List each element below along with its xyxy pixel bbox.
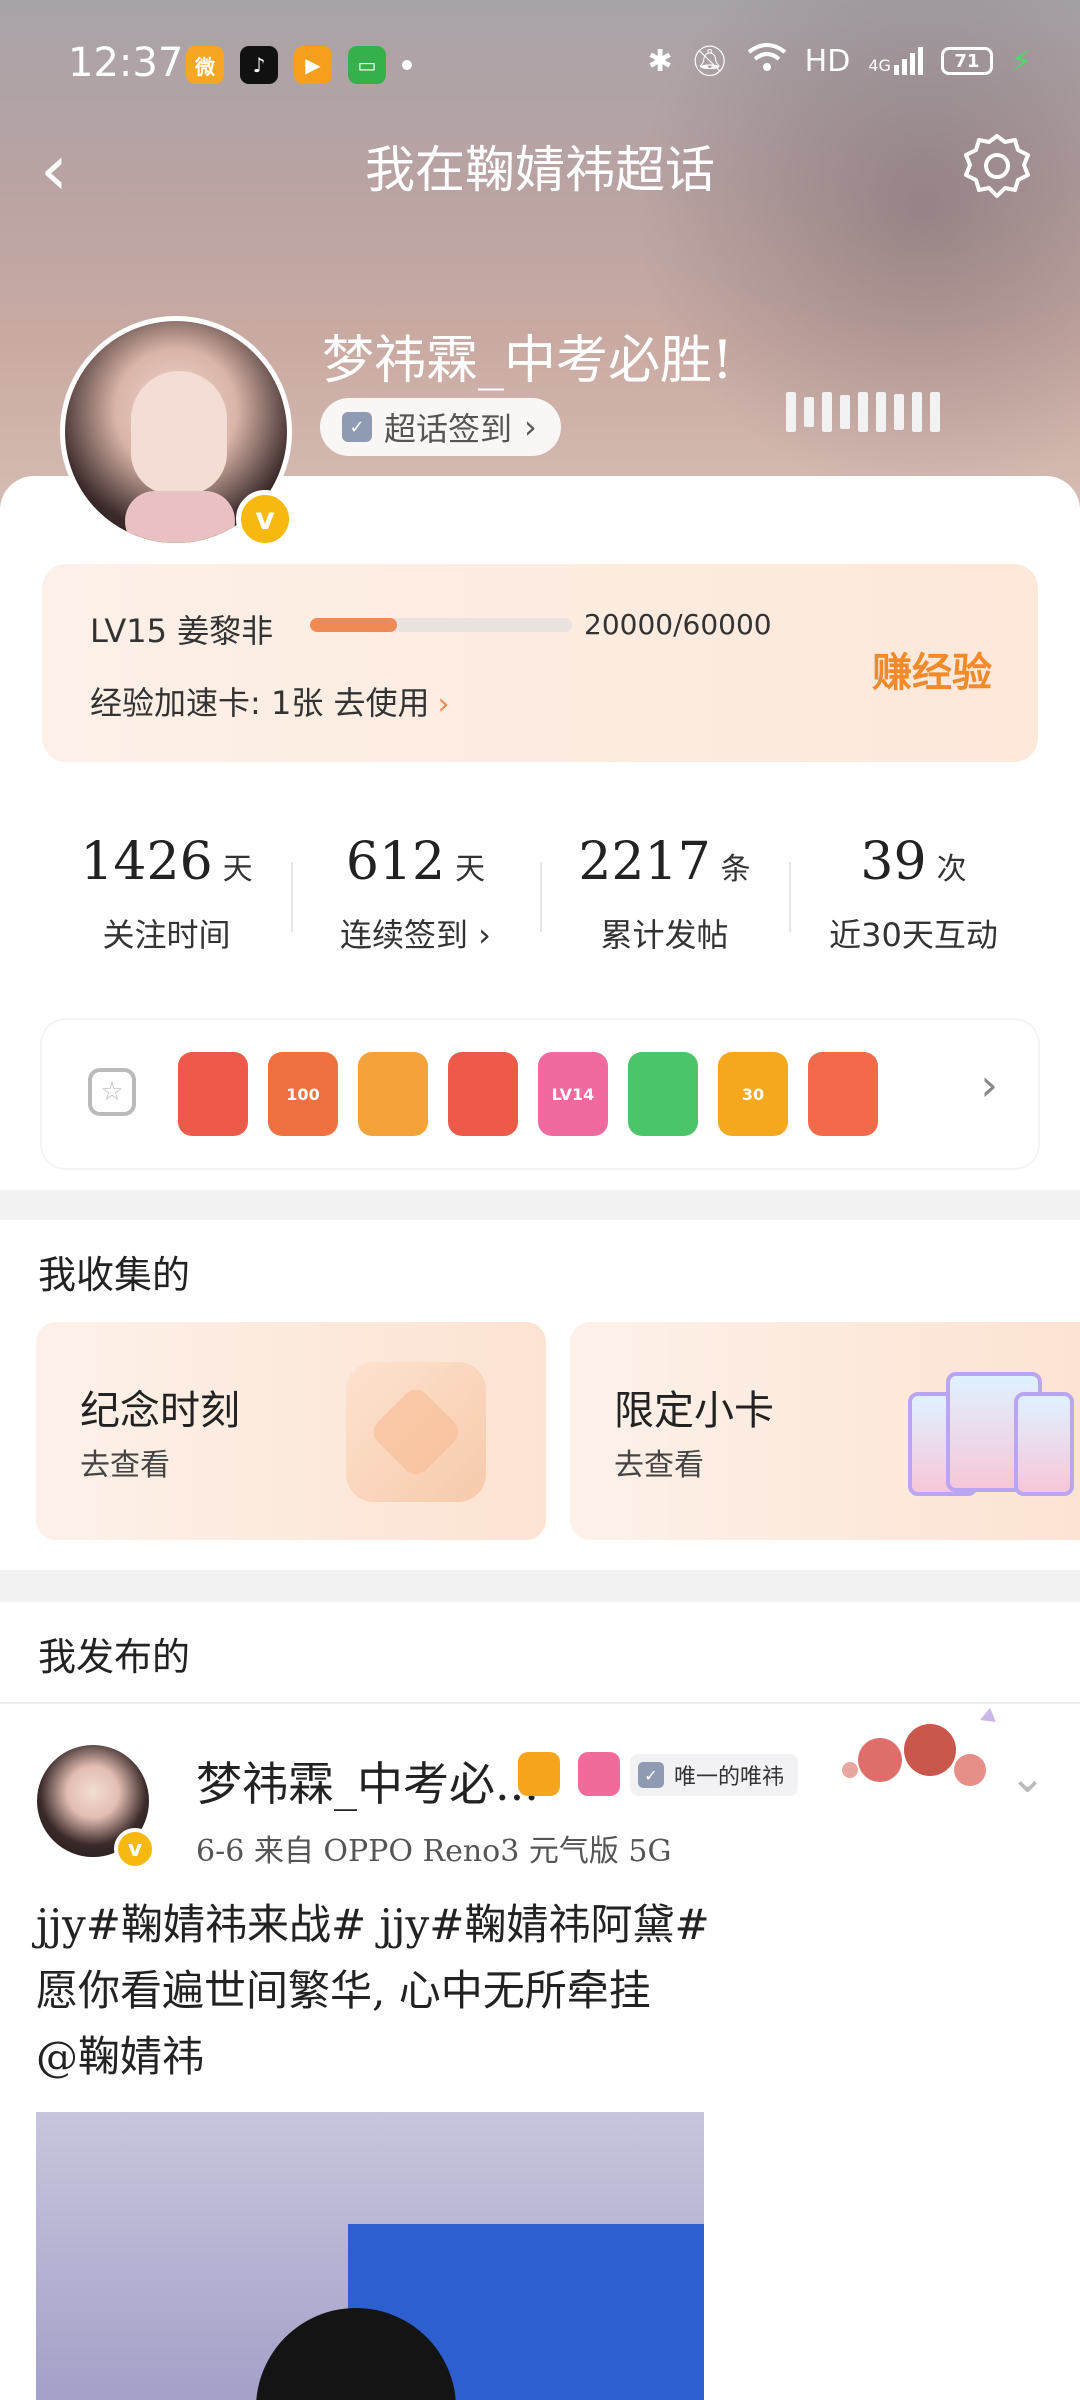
stats-row: 1426 天 关注时间 612 天 连续签到 › 2217 条 累计发帖 39 次 近3…: [42, 792, 1038, 992]
battery-level: 71: [954, 50, 980, 72]
stat-label: 连续签到 ›: [340, 916, 491, 954]
more-notifications-icon: [402, 60, 412, 70]
stat-follow-time: 1426 天 关注时间: [42, 792, 291, 992]
photo-card-icon: [1014, 1392, 1074, 1496]
signal-icon: 4G: [868, 47, 923, 75]
level-progress-fill: [310, 618, 398, 632]
calendar-check-icon: ✓: [638, 1762, 664, 1788]
calendar-gem-icon: [346, 1362, 486, 1502]
status-time: 12:37: [68, 40, 184, 86]
collected-title: 我收集的: [38, 1253, 191, 1297]
flower-decoration-icon: [842, 1708, 996, 1786]
checkin-button[interactable]: ✓ 超话签到 ›: [320, 398, 561, 456]
post-mention[interactable]: @鞠婧祎: [36, 2024, 1036, 2090]
page-title: 我在鞠婧祎超话: [365, 141, 715, 199]
stat-value: 39: [860, 832, 927, 892]
stat-unit: 条: [720, 852, 751, 887]
crown-badge-icon: [358, 1052, 428, 1136]
checkin-label: 超话签到: [384, 410, 513, 448]
speed-card-link[interactable]: 经验加速卡: 1张 去使用 ›: [90, 678, 450, 724]
avatar-flowers: [125, 491, 235, 543]
collected-card-cards[interactable]: 限定小卡 去查看: [570, 1322, 1080, 1540]
stat-unit: 天: [222, 852, 253, 887]
level-progress-text: 20000/60000: [584, 608, 772, 641]
top-nav: ‹ 我在鞠婧祎超话: [0, 120, 1080, 220]
stat-label: 累计发帖: [600, 916, 729, 954]
stat-interactions: 39 次 近30天互动: [789, 792, 1038, 992]
mute-icon: 🔕︎: [690, 43, 729, 79]
collected-action: 去查看: [80, 1448, 170, 1483]
stat-value: 2217: [578, 832, 711, 892]
stat-total-posts: 2217 条 累计发帖: [540, 792, 789, 992]
avatar-face: [131, 371, 227, 495]
verified-badge-icon: v: [236, 490, 294, 548]
30-days-badge-icon: 30: [718, 1052, 788, 1136]
hand-badge-icon: [628, 1052, 698, 1136]
verified-badge-icon: v: [114, 1828, 156, 1870]
chevron-down-icon[interactable]: ⌄: [1009, 1752, 1046, 1803]
battery-icon: 71: [940, 47, 993, 75]
status-right: ✱ 🔕︎ HD 4G 71 ⚡︎: [647, 42, 1032, 80]
100-days-badge-icon: 100: [268, 1052, 338, 1136]
badges-row[interactable]: ☆ 100 LV14 30 ›: [42, 1020, 1038, 1168]
collected-action: 去查看: [614, 1448, 704, 1483]
stat-unit: 次: [936, 852, 967, 887]
stat-label: 近30天互动: [829, 916, 998, 954]
post-line: jjy#鞠婧祎来战# jjy#鞠婧祎阿黛#: [36, 1900, 710, 1949]
messages-icon: ▭: [348, 46, 386, 84]
fan-tag-label: 唯一的唯祎: [674, 1765, 785, 1790]
chevron-right-icon: ›: [437, 687, 450, 722]
cat-face-badge-icon: [448, 1052, 518, 1136]
level-panel: LV15 姜黎非 20000/60000 经验加速卡: 1张 去使用 › 赚经验: [42, 564, 1038, 762]
post-meta: 6-6 来自 OPPO Reno3 元气版 5G: [196, 1834, 672, 1869]
cat-badge-icon: [178, 1052, 248, 1136]
chevron-right-icon: ›: [524, 408, 537, 446]
post-image[interactable]: [36, 2112, 704, 2400]
collected-name: 纪念时刻: [80, 1388, 240, 1434]
fan-tag: ✓ 唯一的唯祎: [630, 1754, 799, 1796]
network-label: HD: [804, 43, 851, 79]
post-author-name[interactable]: 梦祎霖_中考必...: [196, 1748, 539, 1814]
post-line: 愿你看遍世间繁华, 心中无所牵挂: [36, 1966, 651, 2015]
status-bar: 12:37 微 ♪ ▶ ▭ ✱ 🔕︎ HD 4G 71 ⚡︎: [0, 0, 1080, 130]
calendar-check-icon: ✓: [342, 412, 372, 442]
posted-title: 我发布的: [38, 1635, 191, 1679]
level-label: LV15 姜黎非: [90, 612, 274, 650]
stat-value: 1426: [80, 832, 213, 892]
hero-decoration: [786, 392, 940, 432]
star-badge-icon: ☆: [88, 1068, 136, 1116]
chevron-right-icon[interactable]: ›: [980, 1060, 998, 1111]
settings-gear-icon[interactable]: [958, 130, 1036, 208]
stat-value: 612: [345, 832, 446, 892]
diamond-badge-icon: [578, 1752, 620, 1796]
video-app-icon: ▶: [294, 46, 332, 84]
crown-badge-icon: [518, 1752, 560, 1796]
collected-section: 我收集的 纪念时刻 去查看 限定小卡 去查看: [0, 1220, 1080, 1570]
tiktok-icon: ♪: [240, 46, 278, 84]
charging-icon: ⚡︎: [1010, 43, 1032, 79]
earn-exp-button[interactable]: 赚经验: [872, 640, 992, 698]
rock-hand-badge-icon: [808, 1052, 878, 1136]
speed-card-text: 经验加速卡: 1张 去使用: [90, 684, 430, 722]
wifi-icon: [747, 42, 787, 80]
signal-label: 4G: [868, 56, 891, 75]
supertopic-card: LV15 姜黎非 20000/60000 经验加速卡: 1张 去使用 › 赚经验 …: [0, 476, 1080, 1190]
weibo-icon: 微: [186, 46, 224, 84]
notification-icons: 微 ♪ ▶ ▭: [186, 46, 412, 84]
stat-label: 关注时间: [102, 916, 231, 954]
level-progress-bar: [310, 618, 572, 632]
stat-unit: 天: [455, 852, 486, 887]
collected-card-moments[interactable]: 纪念时刻 去查看: [36, 1322, 546, 1540]
profile-username: 梦祎霖_中考必胜!: [322, 331, 733, 391]
lv14-badge-icon: LV14: [538, 1052, 608, 1136]
posted-section: 我发布的 v 梦祎霖_中考必... ✓ 唯一的唯祎 ⌄ 6-6 来自 OPPO …: [0, 1602, 1080, 2400]
stat-checkin-streak[interactable]: 612 天 连续签到 ›: [291, 792, 540, 992]
collected-name: 限定小卡: [614, 1388, 774, 1434]
bluetooth-icon: ✱: [647, 43, 673, 79]
post-text: jjy#鞠婧祎来战# jjy#鞠婧祎阿黛# 愿你看遍世间繁华, 心中无所牵挂 @…: [36, 1892, 1036, 2090]
